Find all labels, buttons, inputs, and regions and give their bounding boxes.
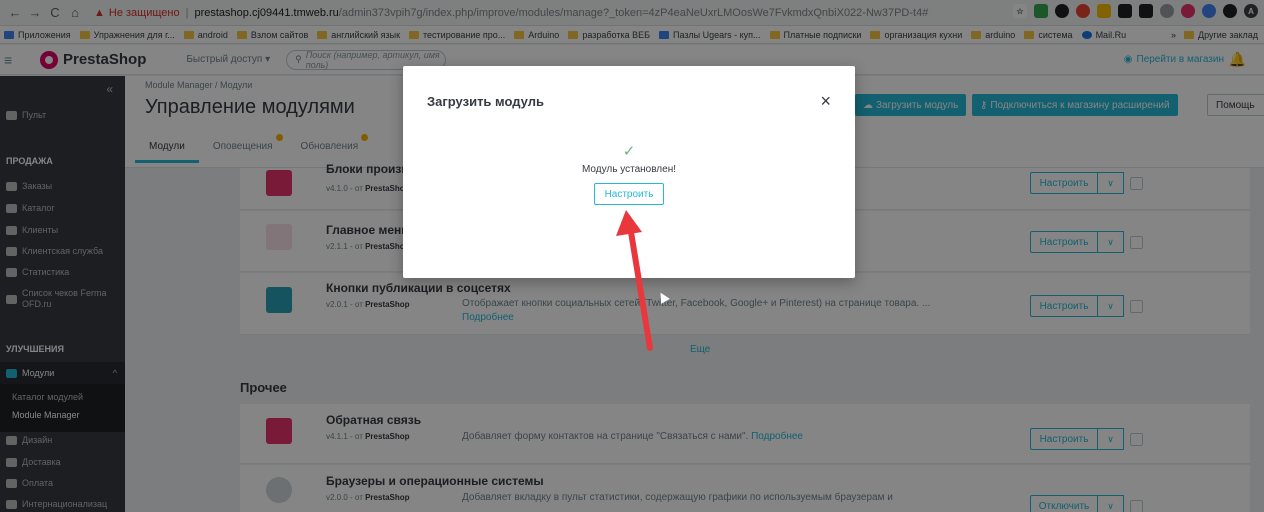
- check-icon: ✓: [622, 143, 636, 160]
- success-message: Модуль установлен!: [581, 164, 676, 175]
- dialog-title: Загрузить модуль: [427, 94, 544, 109]
- configure-button[interactable]: Настроить: [594, 183, 664, 205]
- close-icon[interactable]: ×: [820, 92, 831, 110]
- upload-module-dialog: Загрузить модуль × ✓ Модуль установлен! …: [403, 66, 855, 278]
